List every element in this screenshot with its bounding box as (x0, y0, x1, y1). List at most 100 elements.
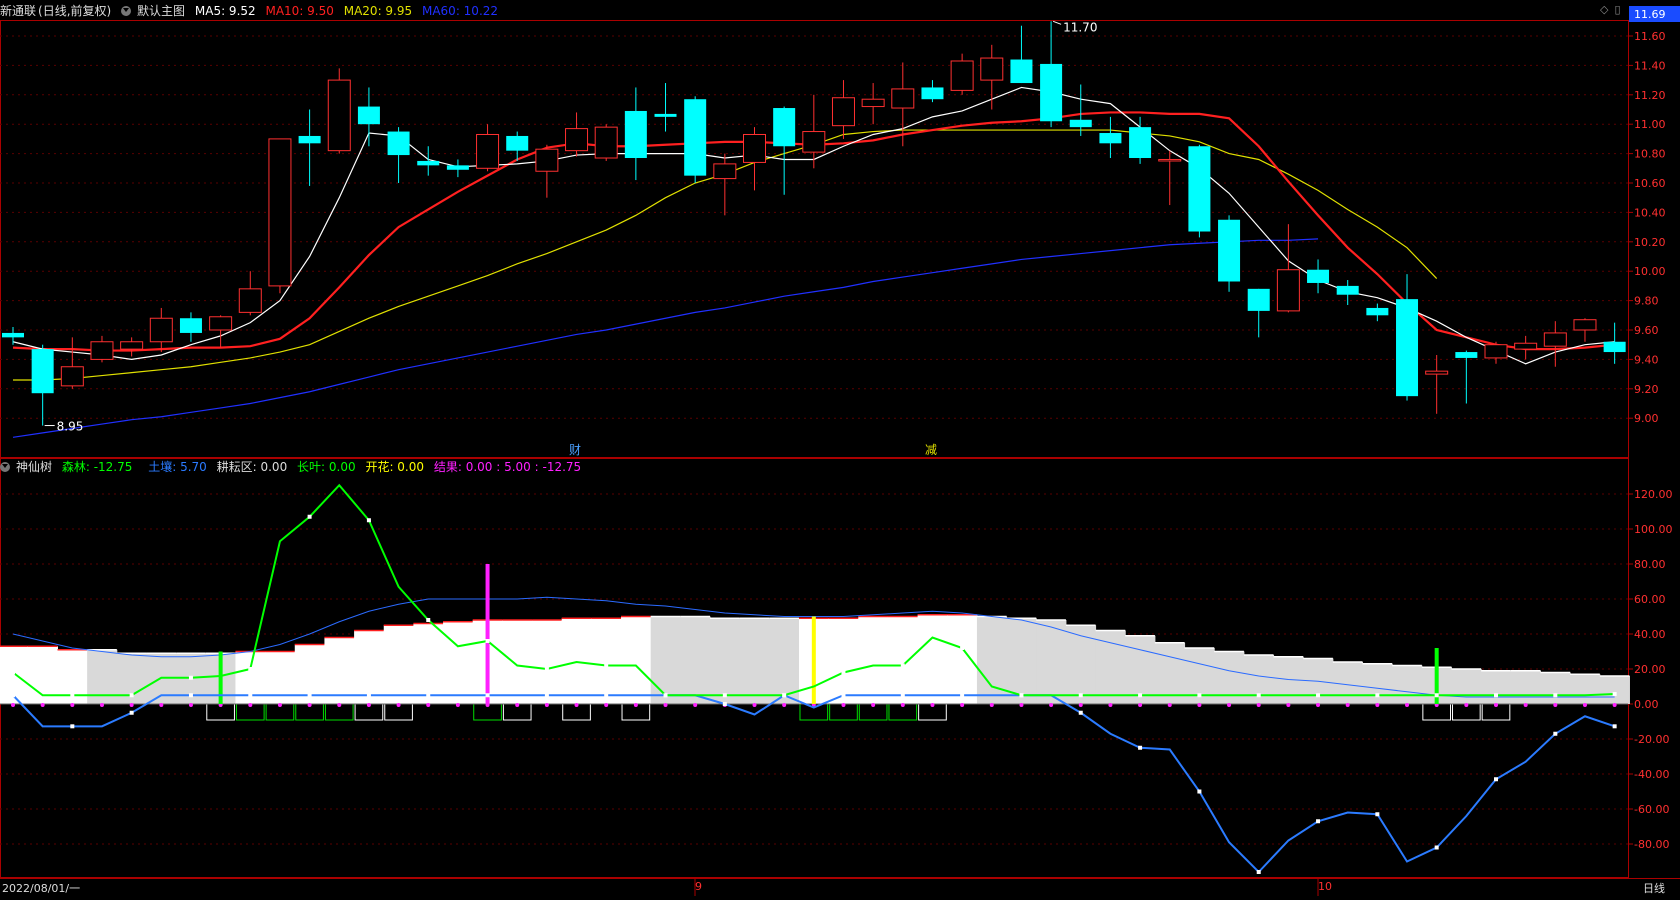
fruit-dot (1345, 703, 1350, 707)
candle-body-down (921, 87, 944, 100)
fruit-dot (1582, 703, 1587, 707)
series-point (1197, 693, 1202, 698)
fruit-dot (1494, 703, 1498, 707)
candle-body-up (535, 148, 559, 172)
candle-body-down (1396, 299, 1419, 397)
main-panel-frame (0, 20, 1629, 458)
series-point (307, 514, 312, 519)
fruit-dot (159, 703, 164, 707)
month-10-label: 10 (1318, 880, 1332, 893)
series-point (307, 693, 312, 698)
fruit-dot (1256, 703, 1261, 707)
candle-body-up (713, 163, 737, 180)
main-chart-label[interactable]: 默认主图 (137, 4, 185, 18)
fruit-dot (960, 703, 965, 707)
candle-body-up (831, 97, 855, 127)
series-point (544, 667, 549, 671)
candle-body-up (268, 138, 292, 287)
fruit-dot (1019, 703, 1024, 707)
fruit-dot (544, 703, 549, 707)
candle-body-up (209, 316, 233, 331)
series-point (426, 618, 431, 622)
series-point (1612, 724, 1617, 729)
leaf-value: 长叶: 0.00 (297, 460, 356, 474)
main-y-tick-label: 11.40 (1634, 59, 1666, 72)
soil-area-bar (1095, 630, 1126, 704)
main-y-tick-label: 11.20 (1634, 89, 1666, 102)
candle-body-down (1010, 59, 1033, 84)
soil-area-bar (917, 614, 948, 704)
candle-body-up (238, 288, 262, 313)
indicator-y-tick-label: 0.00 (1634, 698, 1659, 711)
month-9-label: 9 (695, 880, 702, 893)
candle-body-up (802, 131, 826, 153)
candle-body-down (417, 160, 440, 166)
period-label: (日线,前复权) (38, 4, 112, 18)
candle-body-up (1573, 319, 1597, 331)
fruit-dot (1167, 703, 1172, 707)
ma60-line (12, 238, 1319, 438)
fruit-dot (426, 703, 431, 707)
window-controls: ◇ ▯ (1600, 3, 1627, 16)
fruit-dot (871, 703, 876, 707)
fruit-dot (574, 703, 579, 707)
series-point (1138, 693, 1143, 698)
main-chart-header: 新通联 (日线,前复权) 默认主图 MA5: 9.52 MA10: 9.50 MA… (0, 2, 504, 19)
ma20-value: MA20: 9.95 (343, 4, 413, 18)
indicator-y-tick-label: 40.00 (1634, 628, 1666, 641)
window-icon[interactable]: ▯ (1614, 3, 1620, 16)
soil-area-bar (1481, 670, 1512, 704)
fruit-dot (1464, 703, 1469, 707)
candle-body-down (684, 99, 707, 176)
series-point (1078, 693, 1083, 698)
series-point (248, 693, 253, 698)
fruit-dot (693, 703, 698, 707)
fruit-dot (1286, 703, 1291, 707)
main-y-tick-label: 10.60 (1634, 177, 1666, 190)
period-footer[interactable]: 日线 (1643, 880, 1665, 896)
candle-body-down (1307, 269, 1330, 283)
series-point (722, 702, 727, 706)
soil-area-bar (680, 616, 711, 704)
soil-area-bar (1451, 669, 1482, 704)
series-point (841, 693, 846, 698)
series-point (544, 693, 549, 698)
fruit-dot (1227, 703, 1232, 707)
candle-body-down (387, 131, 410, 156)
main-y-tick-label: 10.00 (1634, 265, 1666, 278)
event-marker-cai: 财 (569, 443, 581, 457)
series-point (1494, 693, 1498, 698)
series-point (841, 670, 846, 675)
series-point (960, 693, 965, 698)
candle-body-down (624, 110, 647, 159)
fruit-dot (515, 703, 520, 707)
soil-area-bar (413, 623, 444, 704)
series-line-forest (12, 694, 1615, 874)
fruit-dot (1197, 703, 1202, 707)
fruit-dot (1078, 703, 1083, 707)
fruit-dot (337, 703, 342, 707)
main-y-tick-label: 9.60 (1634, 324, 1659, 337)
candle-body-down (1366, 307, 1389, 316)
high-pointer (1052, 20, 1062, 25)
candle-body-down (773, 108, 796, 147)
fruit-dot (70, 703, 75, 707)
soil-area-bar (354, 630, 385, 704)
series-point (11, 670, 15, 675)
indicator-y-tick-label: -60.00 (1634, 803, 1669, 816)
fruit-dot (277, 703, 282, 707)
soil-area-bar (1036, 620, 1067, 704)
indicator-y-tick-label: -80.00 (1634, 838, 1669, 851)
candle-body-up (60, 366, 84, 387)
date-start: 2022/08/01/一 (2, 882, 81, 895)
diamond-icon[interactable]: ◇ (1600, 3, 1608, 16)
indicator-name[interactable]: 神仙树 (16, 460, 52, 474)
dropdown-icon[interactable] (121, 6, 132, 16)
dropdown-icon[interactable] (0, 462, 10, 472)
series-point (485, 639, 490, 643)
signal-marker (485, 564, 490, 704)
low-price-label: 8.95 (57, 420, 84, 434)
main-y-tick-label: 11.00 (1634, 118, 1666, 131)
candle-body-up (90, 341, 114, 360)
fruit-dot (1523, 703, 1528, 707)
